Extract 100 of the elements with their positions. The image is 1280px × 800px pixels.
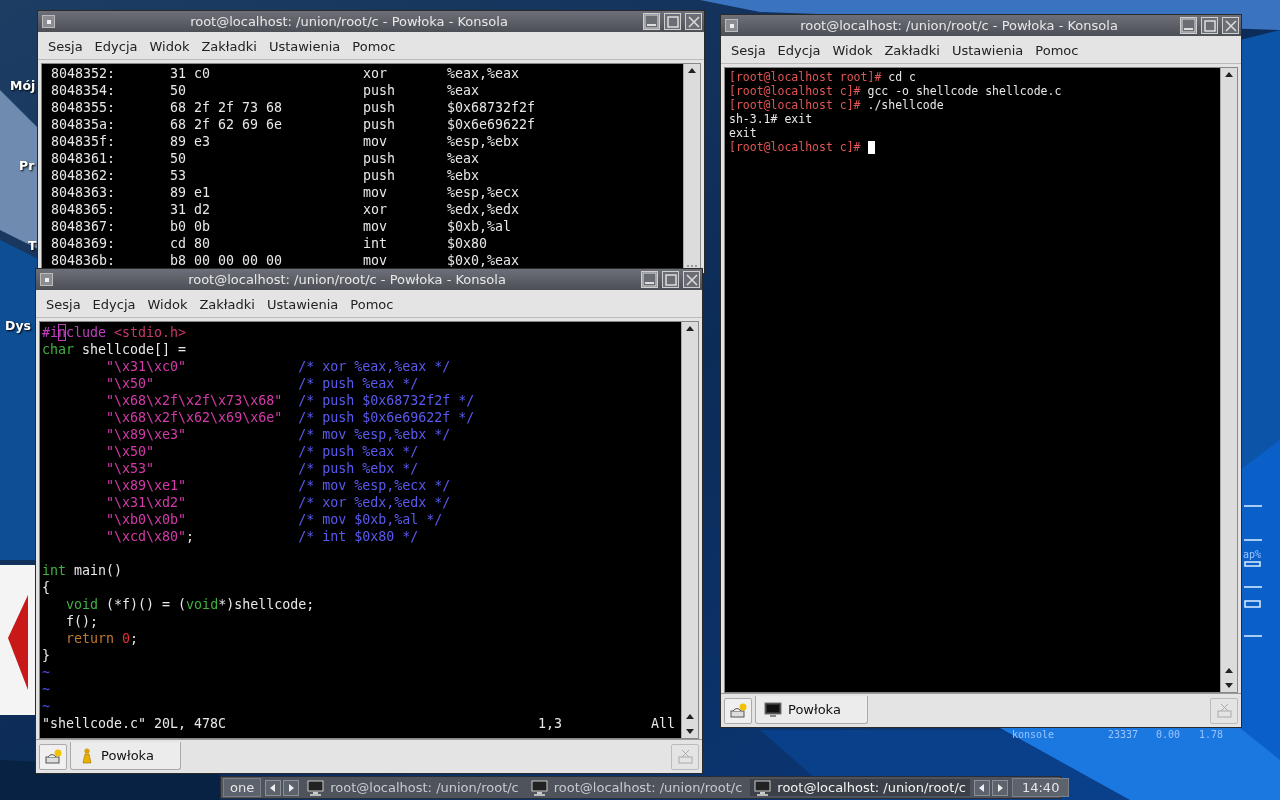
new-session-button[interactable] (724, 697, 752, 724)
clock: 14:40 (1011, 778, 1070, 797)
monitor-icon (530, 779, 548, 796)
close-icon (1223, 18, 1238, 33)
code-text: /* xor %edx,%edx */ (297, 494, 451, 511)
operands-text: $0xb,%al (447, 218, 512, 235)
maximize-button[interactable] (1201, 17, 1218, 34)
address-text: 8048352: (51, 66, 116, 81)
code-text: "\x50" (105, 443, 155, 460)
minimize-button[interactable] (641, 271, 658, 288)
close-session-icon (676, 748, 694, 765)
menu-item[interactable]: Pomoc (1029, 40, 1085, 60)
menu-item[interactable]: Sesja (42, 36, 89, 56)
menu-item[interactable]: Ustawienia (260, 294, 345, 314)
taskbar-task[interactable]: root@localhost: /union/root/c (750, 779, 970, 796)
address-text: 8048363: (51, 185, 116, 200)
code-text: /* push $0x68732f2f */ (297, 392, 475, 409)
desktop-pager-button[interactable]: one (223, 778, 262, 797)
code-text: "\x50" (105, 375, 155, 392)
new-session-button[interactable] (39, 743, 67, 770)
desktop-icon-label[interactable]: Mój (10, 78, 36, 93)
monitor-icon (754, 779, 772, 796)
close-button[interactable] (685, 13, 702, 30)
window-menu-button[interactable] (725, 19, 738, 32)
maximize-button[interactable] (662, 271, 679, 288)
window-menu-button[interactable] (40, 273, 53, 286)
opcode-bytes: 50 (170, 151, 186, 166)
monitor-icon (764, 701, 782, 718)
mnemonic-text: push (363, 83, 396, 98)
menu-item[interactable]: Zakładki (193, 294, 261, 314)
menu-item[interactable]: Edycja (86, 294, 142, 314)
empty-line-marker: ~ (42, 698, 50, 715)
mnemonic-text: push (363, 100, 396, 115)
address-text: 8048365: (51, 202, 116, 217)
window-menu-button[interactable] (42, 15, 55, 28)
address-text: 8048355: (51, 100, 116, 115)
menu-item[interactable]: Pomoc (344, 294, 400, 314)
code-text: "\xb0\x0b" (105, 511, 187, 528)
code-text: "\x31\xc0" (105, 358, 187, 375)
session-tab[interactable]: Powłoka (755, 696, 868, 724)
menu-item[interactable]: Zakładki (195, 36, 263, 56)
code-text: 0 (121, 630, 131, 647)
menu-item[interactable]: Edycja (88, 36, 144, 56)
mnemonic-text: int (363, 236, 388, 251)
menu-item[interactable]: Ustawienia (945, 40, 1030, 60)
mnemonic-text: push (363, 117, 396, 132)
menu-item[interactable]: Widok (826, 40, 879, 60)
file-status: "shellcode.c" 20L, 478C (42, 715, 228, 732)
menu-item[interactable]: Sesja (40, 294, 87, 314)
taskbar-task[interactable]: root@localhost: /union/root/c (526, 779, 747, 796)
window-title: root@localhost: /union/root/c - Powłoka - Konsola (799, 18, 1119, 33)
figure-icon (79, 747, 95, 764)
minimize-button[interactable] (643, 13, 660, 30)
menu-item[interactable]: Edycja (771, 40, 827, 60)
address-text: 8048362: (51, 168, 116, 183)
code-text: "\x68\x2f\x62\x69\x6e" (105, 409, 283, 426)
shell-text: ./shellcode (867, 98, 944, 112)
operands-text: %esp,%ebx (447, 133, 520, 150)
shell-text: cd c (888, 70, 916, 84)
opcode-bytes: cd 80 (170, 236, 211, 251)
scrollbar[interactable] (681, 322, 698, 738)
mnemonic-text: xor (363, 66, 388, 81)
process-stat: 1.78 (1199, 729, 1224, 740)
code-text: "\x89\xe3" (105, 426, 187, 443)
mnemonic-text: mov (363, 134, 388, 149)
shell-prompt: [root@localhost c]# (729, 140, 862, 154)
code-text: int (42, 562, 67, 579)
menu-item[interactable]: Widok (143, 36, 196, 56)
code-text: main() (73, 562, 123, 579)
scrollbar[interactable] (1220, 68, 1237, 692)
code-text: /* push $0x6e69622f */ (297, 409, 475, 426)
session-tab[interactable]: Powłoka (70, 742, 181, 770)
new-session-icon (729, 702, 747, 719)
new-session-icon (44, 748, 62, 765)
code-text: *)shellcode; (218, 596, 315, 613)
menu-item[interactable]: Zakładki (878, 40, 946, 60)
taskbar-task[interactable]: root@localhost: /union/root/c (303, 779, 523, 796)
address-text: 804836b: (51, 253, 116, 268)
empty-line-marker: ~ (42, 681, 50, 698)
address-text: 8048367: (51, 219, 116, 234)
menu-item[interactable]: Pomoc (346, 36, 402, 56)
opcode-bytes: b8 00 00 00 00 (170, 253, 283, 268)
address-text: 8048354: (51, 83, 116, 98)
menu-item[interactable]: Sesja (725, 40, 772, 60)
mnemonic-text: xor (363, 202, 388, 217)
desktop-icon-label[interactable]: Dys (5, 318, 31, 333)
close-button[interactable] (683, 271, 700, 288)
menu-item[interactable]: Widok (141, 294, 194, 314)
close-button[interactable] (1222, 17, 1239, 34)
operands-text: $0x0,%eax (447, 252, 520, 269)
process-stat: konsole (1012, 729, 1055, 740)
opcode-bytes: b0 0b (170, 219, 211, 234)
minimize-button[interactable] (1180, 17, 1197, 34)
menu-item[interactable]: Ustawienia (262, 36, 347, 56)
operands-text: %eax (447, 82, 480, 99)
opcode-bytes: 89 e1 (170, 185, 211, 200)
code-text: /* push %eax */ (297, 443, 419, 460)
code-text: ; (130, 630, 139, 647)
maximize-button[interactable] (664, 13, 681, 30)
mnemonic-text: push (363, 151, 396, 166)
